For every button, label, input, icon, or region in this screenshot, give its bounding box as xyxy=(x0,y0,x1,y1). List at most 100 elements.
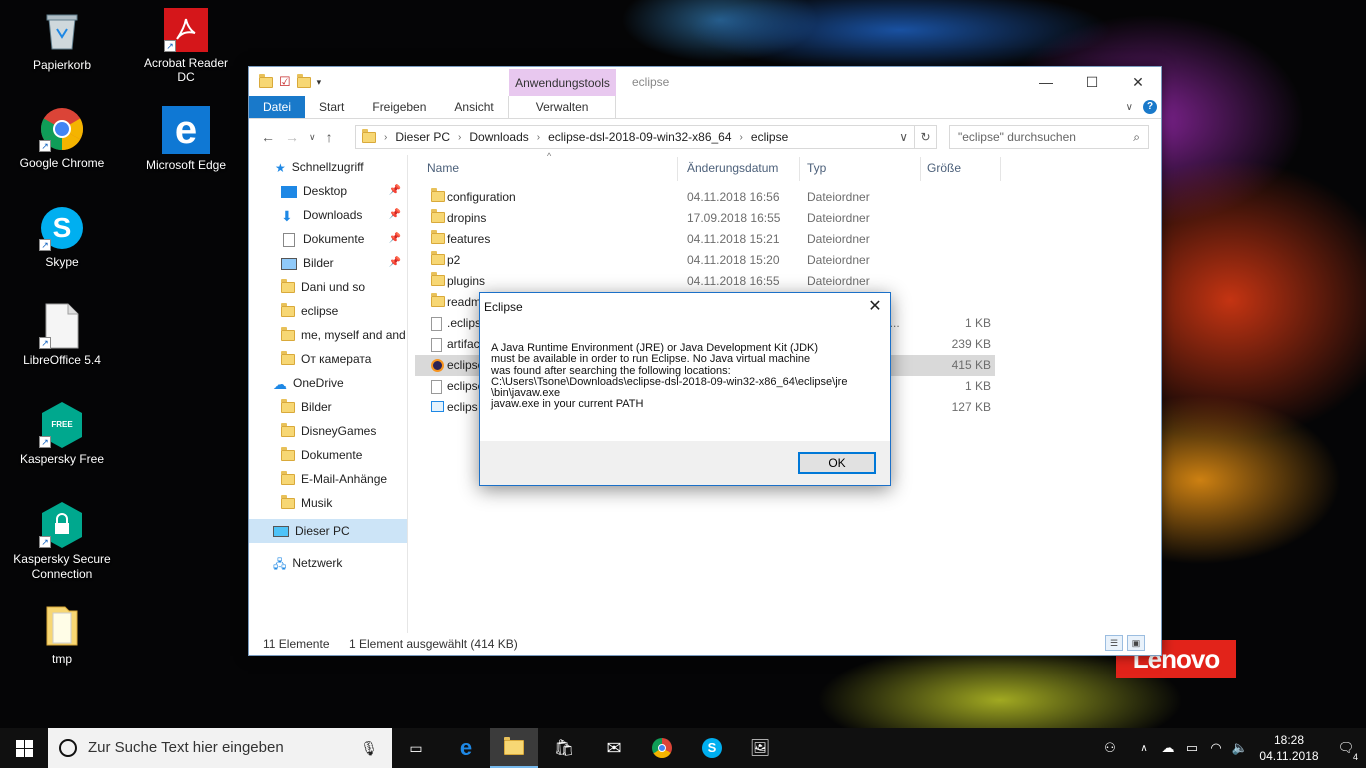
sidebar-item-disneygames[interactable]: DisneyGames xyxy=(249,419,407,443)
desktop-icon-skype[interactable]: S ↗ Skype xyxy=(12,205,112,269)
folder-icon xyxy=(39,602,85,648)
column-divider[interactable] xyxy=(920,157,921,181)
file-row[interactable]: configuration 04.11.2018 16:56 Dateiordner xyxy=(415,187,995,208)
sidebar-item-bilder[interactable]: Bilder 📌 xyxy=(249,251,407,275)
file-row[interactable]: p2 04.11.2018 15:20 Dateiordner xyxy=(415,250,995,271)
maximize-button[interactable]: ☐ xyxy=(1069,67,1115,97)
column-divider[interactable] xyxy=(677,157,678,181)
taskbar-mail-icon[interactable]: ✉ xyxy=(590,728,638,768)
microphone-icon[interactable]: 🎙 xyxy=(360,728,378,768)
tab-verwalten[interactable]: Verwalten xyxy=(507,96,617,118)
breadcrumb-separator-icon[interactable]: › xyxy=(458,132,461,143)
taskbar-explorer-icon[interactable] xyxy=(490,728,538,768)
address-bar[interactable]: › Dieser PC › Downloads › eclipse-dsl-20… xyxy=(355,125,937,149)
onedrive-icon[interactable]: ☁ xyxy=(1156,740,1180,756)
sidebar-item-onedrive-dokumente[interactable]: Dokumente xyxy=(249,443,407,467)
new-folder-icon[interactable] xyxy=(296,73,311,88)
breadcrumb-separator-icon[interactable]: › xyxy=(537,132,540,143)
desktop-icon-chrome[interactable]: ↗ Google Chrome xyxy=(12,106,112,170)
tab-freigeben[interactable]: Freigeben xyxy=(358,96,440,118)
volume-icon[interactable]: 🔈 xyxy=(1228,740,1252,756)
folder-icon xyxy=(431,230,445,244)
wifi-icon[interactable]: ◠ xyxy=(1204,740,1228,756)
sidebar-item-downloads[interactable]: ⬇ Downloads 📌 xyxy=(249,203,407,227)
clock[interactable]: 18:28 04.11.2018 xyxy=(1252,732,1326,764)
ok-button[interactable]: OK xyxy=(798,452,876,474)
breadcrumb-separator-icon[interactable]: › xyxy=(740,132,743,143)
desktop-icon-recycle-bin[interactable]: Papierkorb xyxy=(12,8,112,72)
people-icon[interactable]: ⚇ xyxy=(1098,740,1122,756)
sidebar-item-me-myself[interactable]: me, myself and and xyxy=(249,323,407,347)
sidebar-item-onedrive[interactable]: ☁ OneDrive xyxy=(249,371,407,395)
column-divider[interactable] xyxy=(1000,157,1001,181)
taskbar-chrome-icon[interactable] xyxy=(638,728,686,768)
sidebar-item-email-anhaenge[interactable]: E-Mail-Anhänge xyxy=(249,467,407,491)
column-divider[interactable] xyxy=(799,157,800,181)
tab-datei[interactable]: Datei xyxy=(249,96,306,118)
minimize-button[interactable]: — xyxy=(1023,67,1069,97)
sidebar-item-netzwerk[interactable]: 🖧 Netzwerk xyxy=(249,551,407,575)
kaspersky-secure-icon: ↗ xyxy=(39,502,85,548)
taskbar-store-icon[interactable]: 🛍 xyxy=(540,728,588,768)
large-icons-view-icon[interactable]: ▣ xyxy=(1127,635,1145,651)
desktop-icon-edge[interactable]: e Microsoft Edge xyxy=(136,106,236,172)
column-header-size[interactable]: Größe xyxy=(927,161,961,175)
taskbar-edge-icon[interactable]: e xyxy=(442,728,490,768)
sidebar-item-dieser-pc[interactable]: Dieser PC xyxy=(249,519,407,543)
desktop-icon-acrobat[interactable]: ↗ Acrobat Reader DC xyxy=(136,8,236,84)
breadcrumb-separator-icon[interactable]: › xyxy=(384,132,387,143)
column-header-date[interactable]: Änderungsdatum xyxy=(687,161,778,175)
sidebar-item-musik[interactable]: Musik xyxy=(249,491,407,515)
sidebar-item-dani-und-so[interactable]: Dani und so xyxy=(249,275,407,299)
file-row[interactable]: features 04.11.2018 15:21 Dateiordner xyxy=(415,229,995,250)
desktop-icon-tmp[interactable]: tmp xyxy=(12,602,112,666)
search-input[interactable]: "eclipse" durchsuchen ⌕ xyxy=(949,125,1149,149)
dialog-close-button[interactable]: ✕ xyxy=(860,293,890,321)
refresh-icon[interactable]: ↻ xyxy=(914,126,936,148)
sidebar-item-desktop[interactable]: Desktop 📌 xyxy=(249,179,407,203)
help-icon[interactable]: ? xyxy=(1143,100,1157,114)
show-hidden-icons-icon[interactable]: ∧ xyxy=(1132,743,1156,754)
sidebar-item-schnellzugriff[interactable]: ★ Schnellzugriff xyxy=(249,155,407,179)
back-arrow-icon[interactable]: ← xyxy=(261,129,275,145)
folder-icon xyxy=(431,272,445,286)
start-button[interactable] xyxy=(0,728,48,768)
desktop-icon-kaspersky[interactable]: FREE ↗ Kaspersky Free xyxy=(12,402,112,466)
task-view-icon[interactable]: ▭ xyxy=(392,728,440,768)
skype-icon: S ↗ xyxy=(39,205,85,251)
star-icon: ★ xyxy=(275,160,286,175)
sidebar-item-ot-kamerata[interactable]: От камерата xyxy=(249,347,407,371)
tab-start[interactable]: Start xyxy=(305,96,358,118)
taskbar-skype-icon[interactable]: S xyxy=(688,728,736,768)
chevron-down-icon[interactable]: ▾ xyxy=(317,77,322,88)
desktop-icon-kaspersky-secure[interactable]: ↗ Kaspersky Secure Connection xyxy=(12,502,112,582)
column-header-name[interactable]: Name xyxy=(427,161,459,175)
details-view-icon[interactable]: ☰ xyxy=(1105,635,1123,651)
breadcrumb-eclipse[interactable]: eclipse xyxy=(751,130,788,144)
window-title: eclipse xyxy=(632,75,670,89)
taskbar-photos-icon[interactable]: 🖼 xyxy=(736,728,784,768)
recent-locations-icon[interactable]: ∨ xyxy=(309,132,316,143)
desktop-icon-libreoffice[interactable]: ↗ LibreOffice 5.4 xyxy=(12,303,112,367)
battery-icon[interactable]: ▭ xyxy=(1180,740,1204,756)
action-center-icon[interactable]: 🗨 4 xyxy=(1326,740,1366,762)
desktop-icon-label: Microsoft Edge xyxy=(145,158,227,172)
expand-ribbon-icon[interactable]: ∨ xyxy=(1126,102,1133,113)
sidebar-item-dokumente[interactable]: Dokumente 📌 xyxy=(249,227,407,251)
forward-arrow-icon[interactable]: → xyxy=(285,129,299,145)
tab-ansicht[interactable]: Ansicht xyxy=(440,96,507,118)
address-dropdown-icon[interactable]: ∨ xyxy=(899,130,908,144)
file-row[interactable]: dropins 17.09.2018 16:55 Dateiordner xyxy=(415,208,995,229)
breadcrumb-this-pc[interactable]: Dieser PC xyxy=(395,130,450,144)
eclipse-error-dialog: Eclipse ✕ A Java Runtime Environment (JR… xyxy=(479,292,891,486)
column-header-type[interactable]: Typ xyxy=(807,161,826,175)
taskbar-search-box[interactable]: Zur Suche Text hier eingeben 🎙 xyxy=(48,728,392,768)
properties-icon[interactable]: ☑ xyxy=(279,74,291,90)
breadcrumb-eclipse-dsl[interactable]: eclipse-dsl-2018-09-win32-x86_64 xyxy=(548,130,731,144)
sidebar-item-onedrive-bilder[interactable]: Bilder xyxy=(249,395,407,419)
breadcrumb-downloads[interactable]: Downloads xyxy=(469,130,528,144)
file-row[interactable]: plugins 04.11.2018 16:55 Dateiordner xyxy=(415,271,995,292)
sidebar-item-eclipse[interactable]: eclipse xyxy=(249,299,407,323)
close-button[interactable]: ✕ xyxy=(1115,67,1161,97)
up-arrow-icon[interactable]: ↑ xyxy=(326,129,333,145)
